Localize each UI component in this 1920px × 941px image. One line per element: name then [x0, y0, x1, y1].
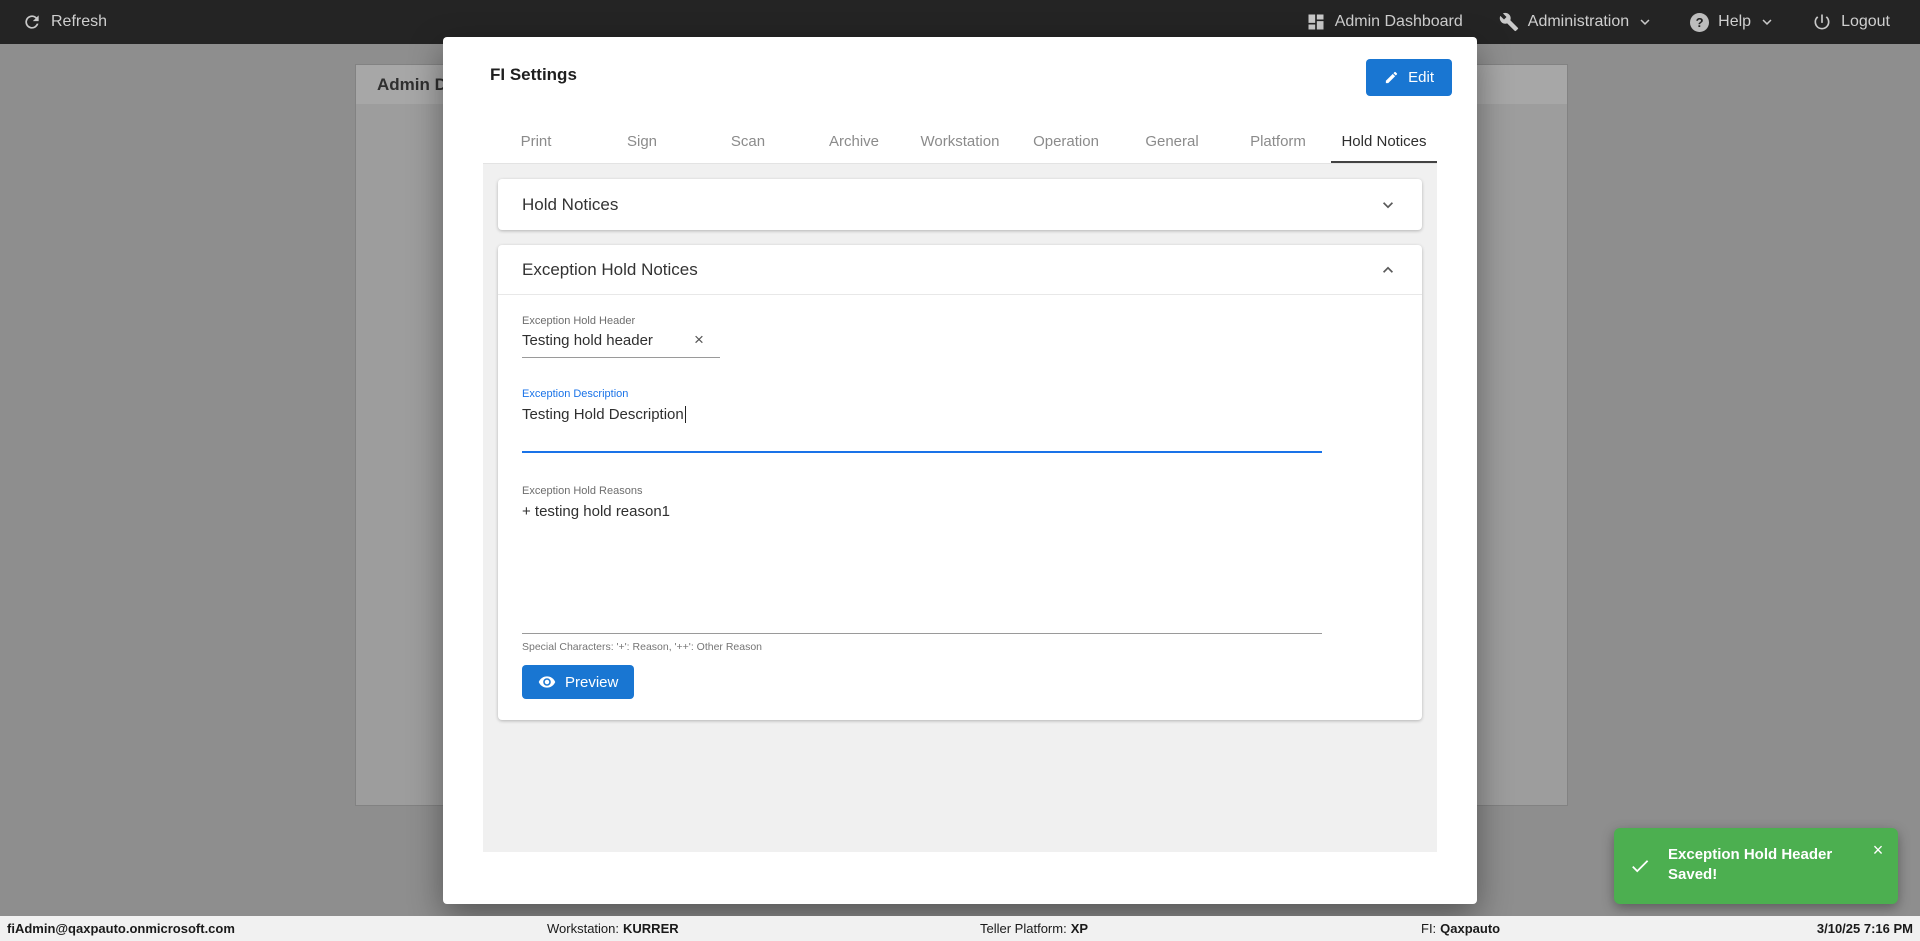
workstation-label: Workstation: [547, 921, 620, 936]
teller-platform-value: XP [1070, 921, 1089, 936]
help-label: Help [1718, 13, 1752, 30]
logged-in-user: fiAdmin@qaxpauto.onmicrosoft.com [7, 921, 235, 936]
status-footer-bar: fiAdmin@qaxpauto.onmicrosoft.com Worksta… [0, 916, 1920, 941]
exception-description-underline [522, 451, 1322, 453]
dialog-title: FI Settings [490, 65, 577, 84]
pencil-icon [1386, 71, 1398, 84]
tab-scan[interactable]: Scan [695, 120, 801, 163]
exception-description-label: Exception Description [522, 388, 629, 400]
tab-general[interactable]: General [1119, 120, 1225, 163]
tab-hold-notices[interactable]: Hold Notices [1331, 120, 1437, 163]
power-icon [1814, 14, 1830, 30]
workstation-value: KURRER [623, 921, 679, 936]
exception-description-text: Testing Hold Description [522, 406, 684, 423]
logout-label: Logout [1841, 13, 1890, 30]
chevron-up-icon[interactable] [1378, 260, 1398, 280]
workstation-status: Workstation: KURRER [547, 916, 679, 941]
exception-accordion-title: Exception Hold Notices [522, 259, 698, 279]
clear-field-icon[interactable]: × [688, 329, 710, 351]
tab-sign[interactable]: Sign [589, 120, 695, 163]
exception-hold-notices-accordion: Exception Hold Notices Exception Hold He… [498, 245, 1422, 720]
toast-message: Exception Hold Header Saved! [1668, 846, 1833, 884]
fi-status: FI: Qaxpauto [1421, 916, 1500, 941]
teller-platform-status: Teller Platform: XP [980, 916, 1088, 941]
admin-dashboard-label: Admin Dashboard [1334, 13, 1463, 30]
refresh-button[interactable]: Refresh [22, 12, 107, 32]
administration-menu[interactable]: Administration [1499, 12, 1654, 32]
hold-notices-tab-panel: Hold Notices Exception Hold Notices Exce… [483, 164, 1437, 852]
exception-hold-header-input[interactable]: Testing hold header [522, 332, 653, 349]
exception-accordion-header[interactable]: Exception Hold Notices [498, 245, 1422, 295]
chevron-down-icon[interactable] [1378, 195, 1398, 215]
datetime-display: 3/10/25 7:16 PM [1816, 921, 1913, 936]
exception-hold-header-underline [522, 357, 720, 358]
success-toast: Exception Hold Header Saved! × [1614, 828, 1898, 904]
admin-dashboard-nav[interactable]: Admin Dashboard [1306, 12, 1463, 32]
exception-hold-reasons-label: Exception Hold Reasons [522, 485, 643, 497]
settings-tab-bar: Print Sign Scan Archive Workstation Oper… [483, 120, 1437, 164]
tab-platform[interactable]: Platform [1225, 120, 1331, 163]
refresh-icon [25, 15, 39, 29]
edit-button[interactable]: Edit [1366, 59, 1452, 96]
text-cursor [684, 406, 686, 423]
edit-button-label: Edit [1408, 69, 1434, 86]
tab-archive[interactable]: Archive [801, 120, 907, 163]
preview-button[interactable]: Preview [522, 665, 635, 699]
exception-hold-reasons-underline [522, 633, 1322, 634]
background-panel-title: Admin D [377, 74, 447, 94]
dashboard-icon [1308, 14, 1324, 30]
special-characters-hint: Special Characters: '+': Reason, '++': O… [522, 641, 763, 653]
preview-button-label: Preview [565, 673, 619, 691]
tab-operation[interactable]: Operation [1013, 120, 1119, 163]
check-icon [1632, 860, 1649, 873]
close-icon[interactable]: × [1868, 840, 1888, 860]
help-menu[interactable]: ? Help [1690, 12, 1776, 32]
teller-platform-label: Teller Platform: [980, 921, 1067, 936]
wrench-icon [1499, 12, 1518, 32]
chevron-down-icon [1640, 19, 1650, 25]
exception-hold-header-label: Exception Hold Header [522, 315, 636, 327]
hold-notices-accordion[interactable]: Hold Notices [498, 179, 1422, 230]
tab-print[interactable]: Print [483, 120, 589, 163]
fi-value: Qaxpauto [1440, 921, 1501, 936]
exception-hold-reasons-textarea[interactable]: + testing hold reason1 [522, 503, 670, 520]
help-icon: ? [1690, 12, 1710, 32]
chevron-down-icon [1762, 19, 1772, 25]
fi-label: FI: [1421, 921, 1437, 936]
eye-icon [538, 676, 556, 688]
logout-button[interactable]: Logout [1812, 12, 1890, 32]
topbar-right-group: Admin Dashboard Administration ? Help Lo… [1306, 12, 1898, 32]
refresh-label: Refresh [51, 13, 108, 30]
administration-label: Administration [1527, 13, 1630, 30]
tab-workstation[interactable]: Workstation [907, 120, 1013, 163]
hold-notices-accordion-title: Hold Notices [522, 194, 619, 214]
exception-description-input[interactable]: Testing Hold Description [522, 406, 686, 423]
fi-settings-dialog: FI Settings Edit Print Sign Scan Archive… [443, 37, 1477, 904]
